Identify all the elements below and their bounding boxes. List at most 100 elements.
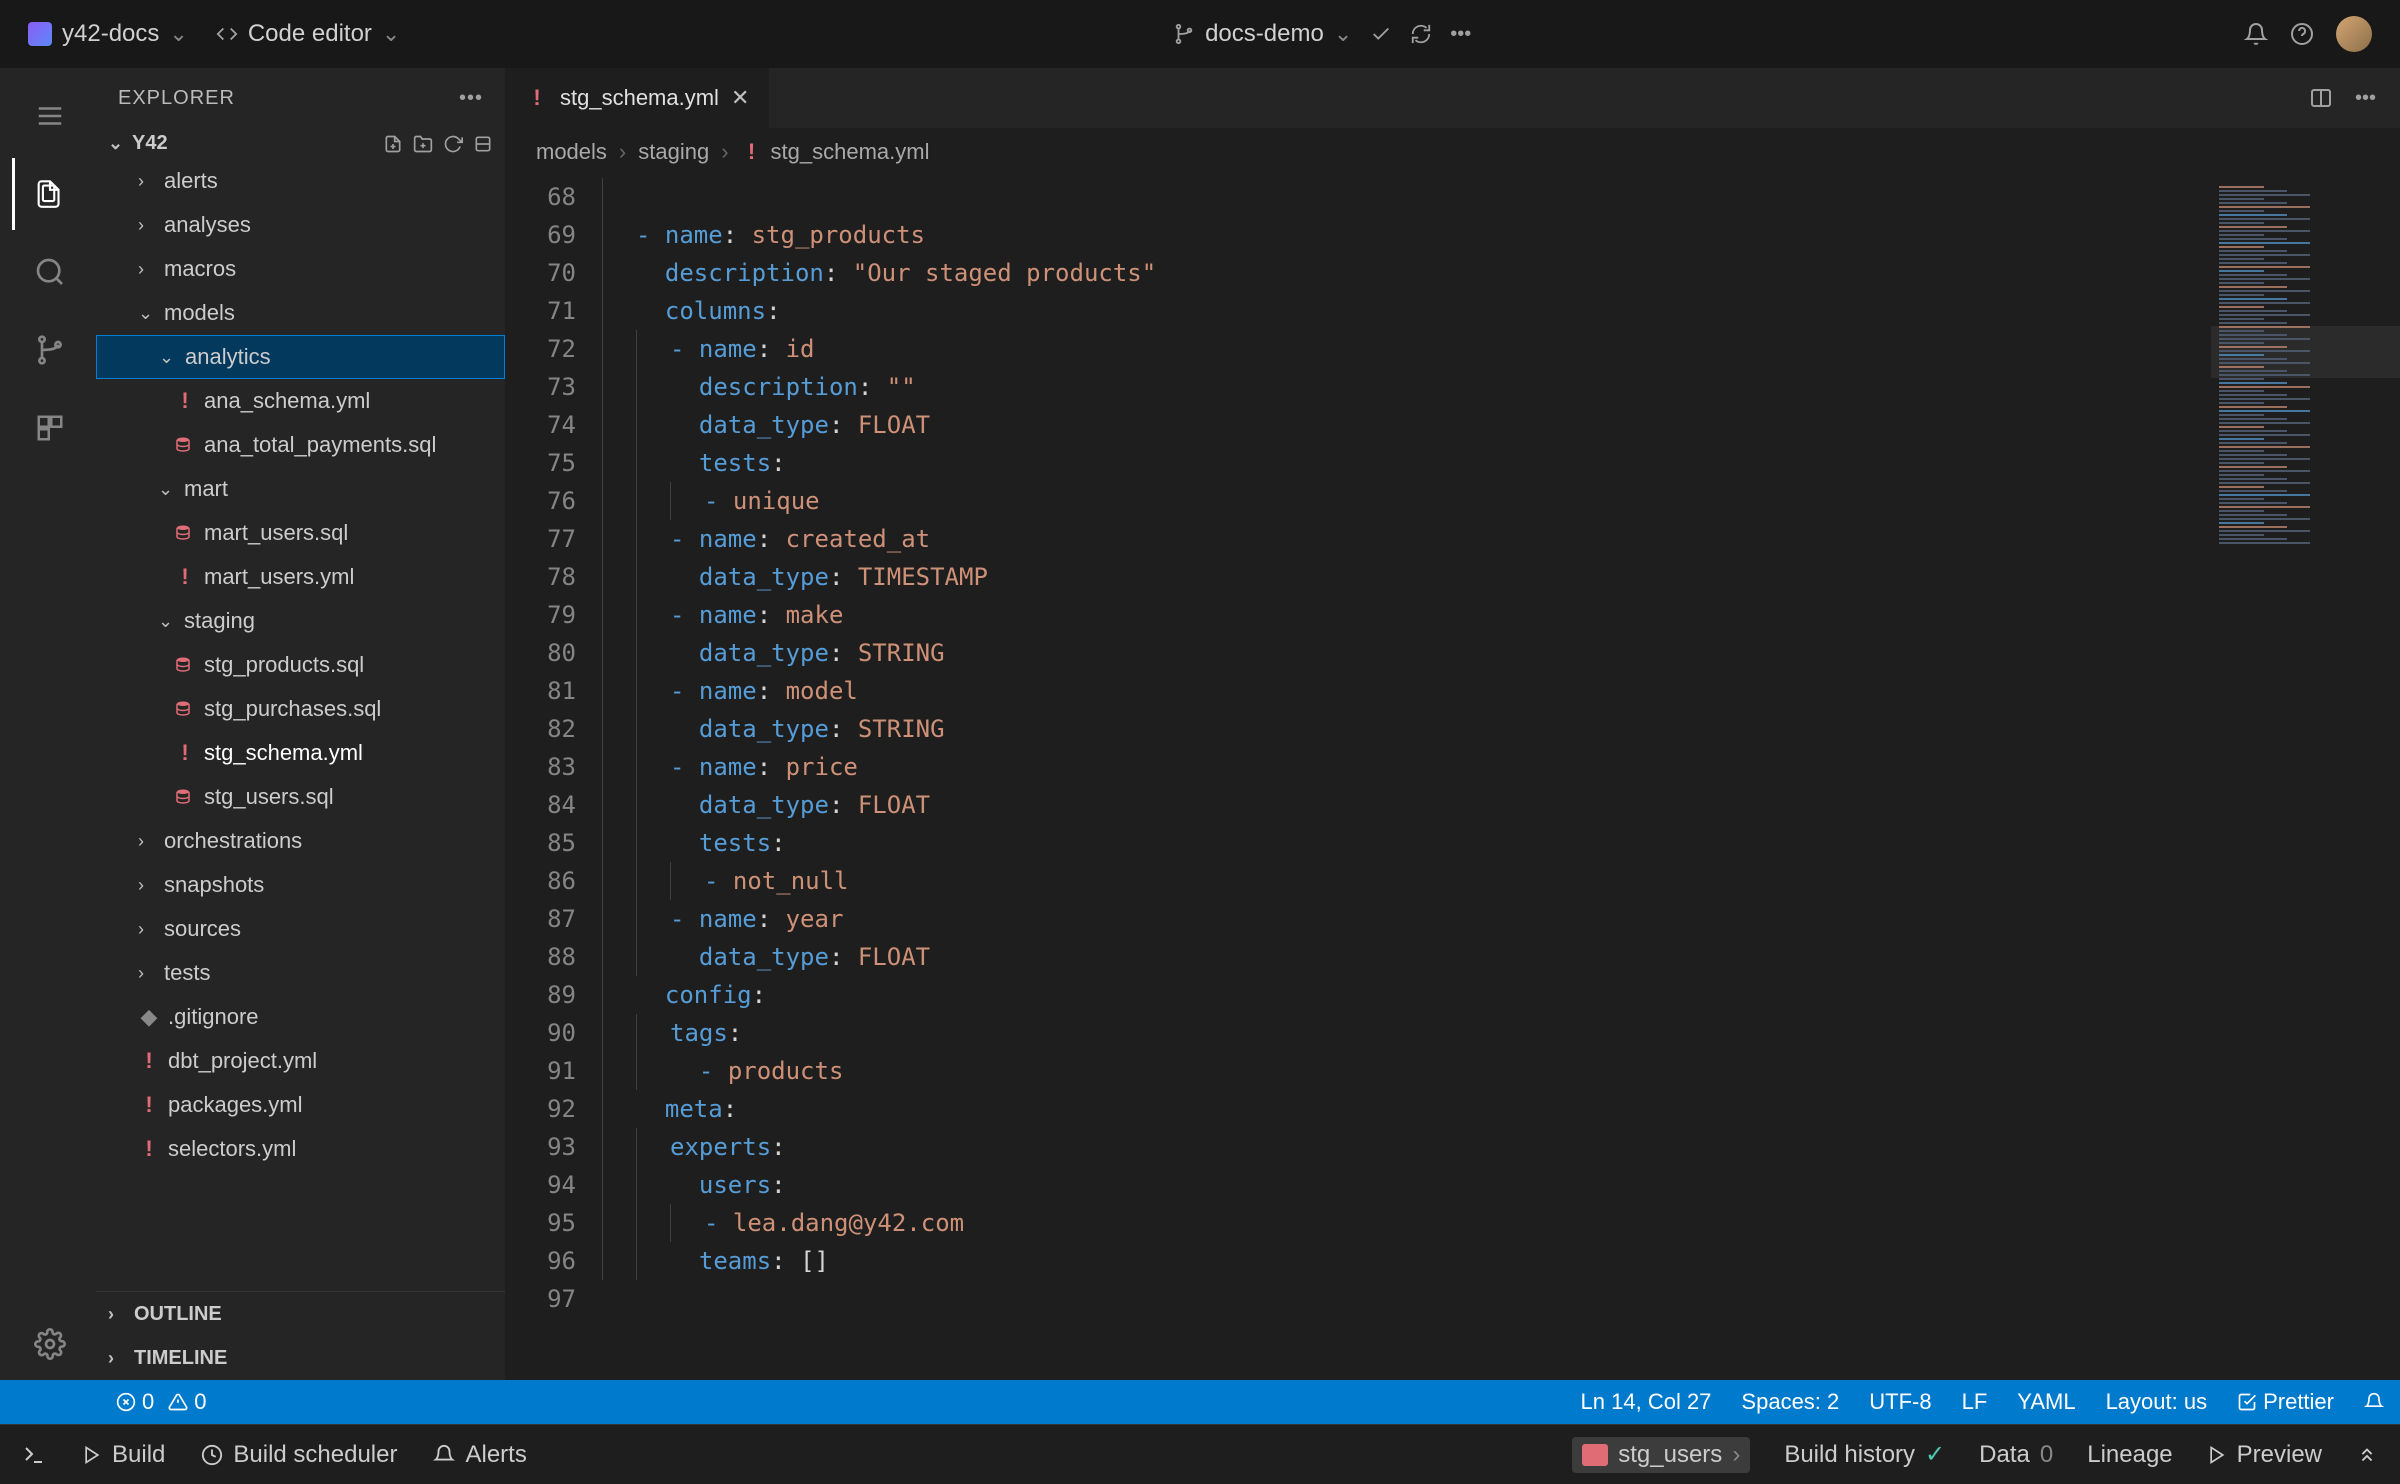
yaml-file-icon: ! (526, 85, 548, 111)
tree-item-label: mart (184, 476, 228, 502)
bottom-toolbar: Build Build scheduler Alerts stg_users ›… (0, 1424, 2400, 1484)
menu-icon[interactable] (12, 80, 84, 152)
outline-section[interactable]: › OUTLINE (96, 1292, 505, 1336)
folder-item[interactable]: ⌄mart (96, 467, 505, 511)
asset-chip[interactable]: stg_users › (1572, 1437, 1750, 1473)
folder-item[interactable]: ›analyses (96, 203, 505, 247)
source-control-icon[interactable] (12, 314, 84, 386)
folder-item[interactable]: ⌄staging (96, 599, 505, 643)
outline-label: OUTLINE (134, 1303, 222, 1326)
file-item[interactable]: !selectors.yml (96, 1127, 505, 1171)
tabs-row: ! stg_schema.yml ✕ ••• (506, 68, 2400, 128)
warnings-count[interactable]: 0 (168, 1389, 206, 1415)
sync-icon[interactable] (1410, 23, 1432, 45)
folder-item[interactable]: ›snapshots (96, 863, 505, 907)
tree-item-label: mart_users.sql (204, 520, 348, 546)
breadcrumb-segment[interactable]: stg_schema.yml (771, 139, 930, 165)
search-icon[interactable] (12, 236, 84, 308)
file-item[interactable]: stg_products.sql (96, 643, 505, 687)
new-folder-icon[interactable] (413, 134, 433, 154)
more-icon[interactable]: ••• (2355, 87, 2376, 110)
branch-dropdown[interactable]: docs-demo (1173, 20, 1352, 48)
mode-dropdown[interactable]: Code editor (216, 20, 401, 48)
file-item[interactable]: stg_users.sql (96, 775, 505, 819)
workspace-dropdown[interactable]: y42-docs (28, 20, 188, 48)
build-scheduler-button[interactable]: Build scheduler (201, 1441, 397, 1469)
folder-item[interactable]: ›orchestrations (96, 819, 505, 863)
tree-item-label: stg_users.sql (204, 784, 334, 810)
chevron-right-icon: › (138, 171, 156, 192)
language-mode[interactable]: YAML (2017, 1389, 2075, 1415)
collapse-panel-icon[interactable] (2356, 1444, 2378, 1466)
folder-item[interactable]: ›sources (96, 907, 505, 951)
git-branch-icon (1173, 23, 1195, 45)
keyboard-layout[interactable]: Layout: us (2106, 1389, 2208, 1415)
folder-item[interactable]: ⌄analytics (96, 335, 505, 379)
sql-file-icon (174, 788, 196, 806)
bell-icon[interactable] (2364, 1392, 2384, 1412)
yaml-file-icon: ! (138, 1048, 160, 1074)
eol[interactable]: LF (1962, 1389, 1988, 1415)
tree-item-label: stg_products.sql (204, 652, 364, 678)
file-item[interactable]: ◆.gitignore (96, 995, 505, 1039)
file-item[interactable]: ana_total_payments.sql (96, 423, 505, 467)
chevron-right-icon: › (108, 1304, 126, 1325)
folder-item[interactable]: ›tests (96, 951, 505, 995)
code-content[interactable]: - name: stg_products description: "Our s… (602, 176, 2210, 1380)
refresh-icon[interactable] (443, 134, 463, 154)
user-avatar[interactable] (2336, 16, 2372, 52)
collapse-icon[interactable] (473, 134, 493, 154)
sql-file-icon (174, 700, 196, 718)
encoding[interactable]: UTF-8 (1869, 1389, 1931, 1415)
more-icon[interactable]: ••• (459, 87, 483, 110)
folder-item[interactable]: ⌄models (96, 291, 505, 335)
new-file-icon[interactable] (383, 134, 403, 154)
terminal-icon[interactable] (22, 1443, 46, 1467)
folder-item[interactable]: › alerts (96, 159, 505, 203)
check-icon[interactable] (1370, 23, 1392, 45)
more-icon[interactable]: ••• (1450, 23, 1471, 46)
minimap[interactable] (2210, 176, 2400, 1380)
errors-count[interactable]: 0 (116, 1389, 154, 1415)
build-history-button[interactable]: Build history ✓ (1784, 1440, 1945, 1469)
git-file-icon: ◆ (138, 1004, 160, 1030)
close-icon[interactable]: ✕ (731, 85, 749, 111)
lineage-button[interactable]: Lineage (2087, 1441, 2172, 1469)
prettier-status[interactable]: Prettier (2237, 1389, 2334, 1415)
file-item[interactable]: !stg_schema.yml (96, 731, 505, 775)
sql-file-icon (174, 524, 196, 542)
breadcrumbs[interactable]: models › staging › ! stg_schema.yml (506, 128, 2400, 176)
sidebar-root[interactable]: ⌄ Y42 (96, 128, 505, 159)
file-item[interactable]: !packages.yml (96, 1083, 505, 1127)
data-button[interactable]: Data 0 (1979, 1441, 2053, 1469)
chevron-down-icon: ⌄ (159, 347, 177, 368)
chevron-down-icon: ⌄ (138, 303, 156, 324)
file-item[interactable]: !ana_schema.yml (96, 379, 505, 423)
preview-button[interactable]: Preview (2207, 1441, 2322, 1469)
extensions-icon[interactable] (12, 392, 84, 464)
file-item[interactable]: !mart_users.yml (96, 555, 505, 599)
tree-item-label: selectors.yml (168, 1136, 296, 1162)
breadcrumb-segment[interactable]: staging (638, 139, 709, 165)
alerts-button[interactable]: Alerts (433, 1441, 526, 1469)
folder-item[interactable]: ›macros (96, 247, 505, 291)
split-editor-icon[interactable] (2309, 86, 2333, 110)
tab-stg-schema[interactable]: ! stg_schema.yml ✕ (506, 68, 770, 128)
explorer-icon[interactable] (12, 158, 84, 230)
cursor-position[interactable]: Ln 14, Col 27 (1581, 1389, 1712, 1415)
tree-item-label: alerts (164, 168, 218, 194)
indentation[interactable]: Spaces: 2 (1741, 1389, 1839, 1415)
file-item[interactable]: !dbt_project.yml (96, 1039, 505, 1083)
breadcrumb-segment[interactable]: models (536, 139, 607, 165)
settings-gear-icon[interactable] (12, 1308, 84, 1380)
file-item[interactable]: mart_users.sql (96, 511, 505, 555)
build-button[interactable]: Build (82, 1441, 165, 1469)
yaml-file-icon: ! (138, 1092, 160, 1118)
activity-bar (0, 68, 96, 1380)
bell-icon[interactable] (2244, 22, 2268, 46)
yaml-file-icon: ! (741, 139, 763, 165)
file-item[interactable]: stg_purchases.sql (96, 687, 505, 731)
timeline-section[interactable]: › TIMELINE (96, 1336, 505, 1380)
tab-filename: stg_schema.yml (560, 85, 719, 111)
help-icon[interactable] (2290, 22, 2314, 46)
